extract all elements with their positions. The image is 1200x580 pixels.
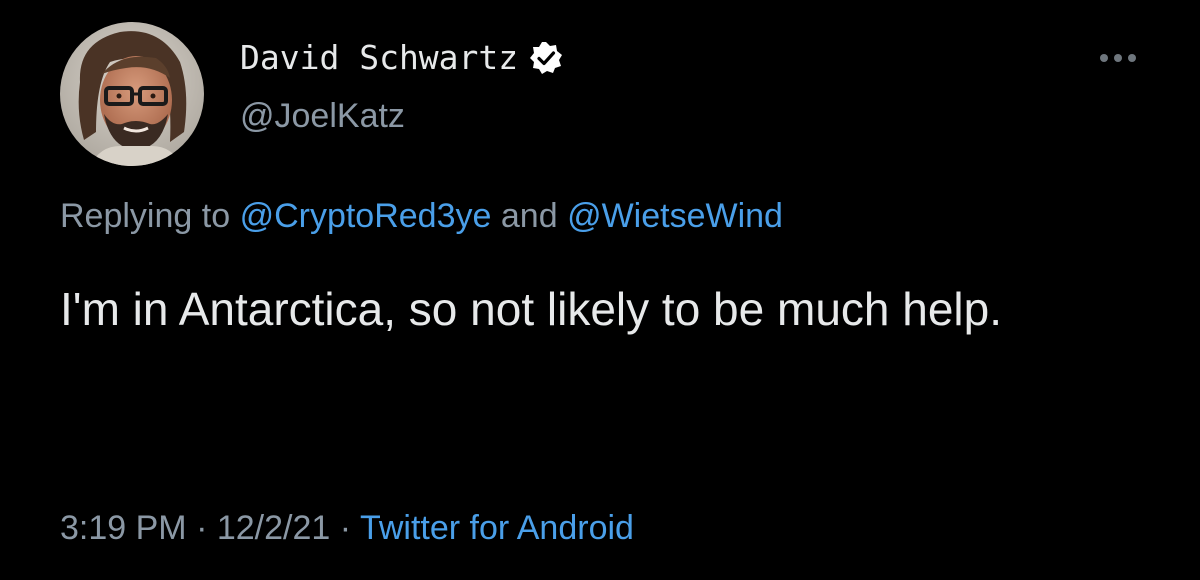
mention-link-2[interactable]: @WietseWind [567,197,783,235]
tweet-time[interactable]: 3:19 PM [60,509,187,547]
meta-separator: · [339,509,352,547]
avatar-photo-illustration [60,22,204,166]
mention-link-1[interactable]: @CryptoRed3ye [240,197,492,235]
tweet-text: I'm in Antarctica, so not likely to be m… [60,283,1003,335]
replying-to-line: Replying to @CryptoRed3ye and @WietseWin… [60,194,783,238]
meta-separator: · [196,509,208,547]
author-handle[interactable]: @JoelKatz [240,96,405,136]
verified-badge-icon [528,40,564,76]
author-name-row[interactable]: David Schwartz [240,38,564,78]
author-display-name: David Schwartz [240,38,519,77]
tweet-metadata: 3:19 PM · 12/2/21 · Twitter for Android [60,506,634,550]
author-avatar[interactable] [60,22,204,166]
replying-connector: and [500,197,558,235]
more-options-icon[interactable] [1092,40,1144,76]
tweet-date[interactable]: 12/2/21 [217,509,330,547]
replying-to-label: Replying to [60,197,231,235]
tweet-card: David Schwartz @JoelKatz Replying to @Cr… [0,0,1200,580]
tweet-source-link[interactable]: Twitter for Android [360,509,634,547]
